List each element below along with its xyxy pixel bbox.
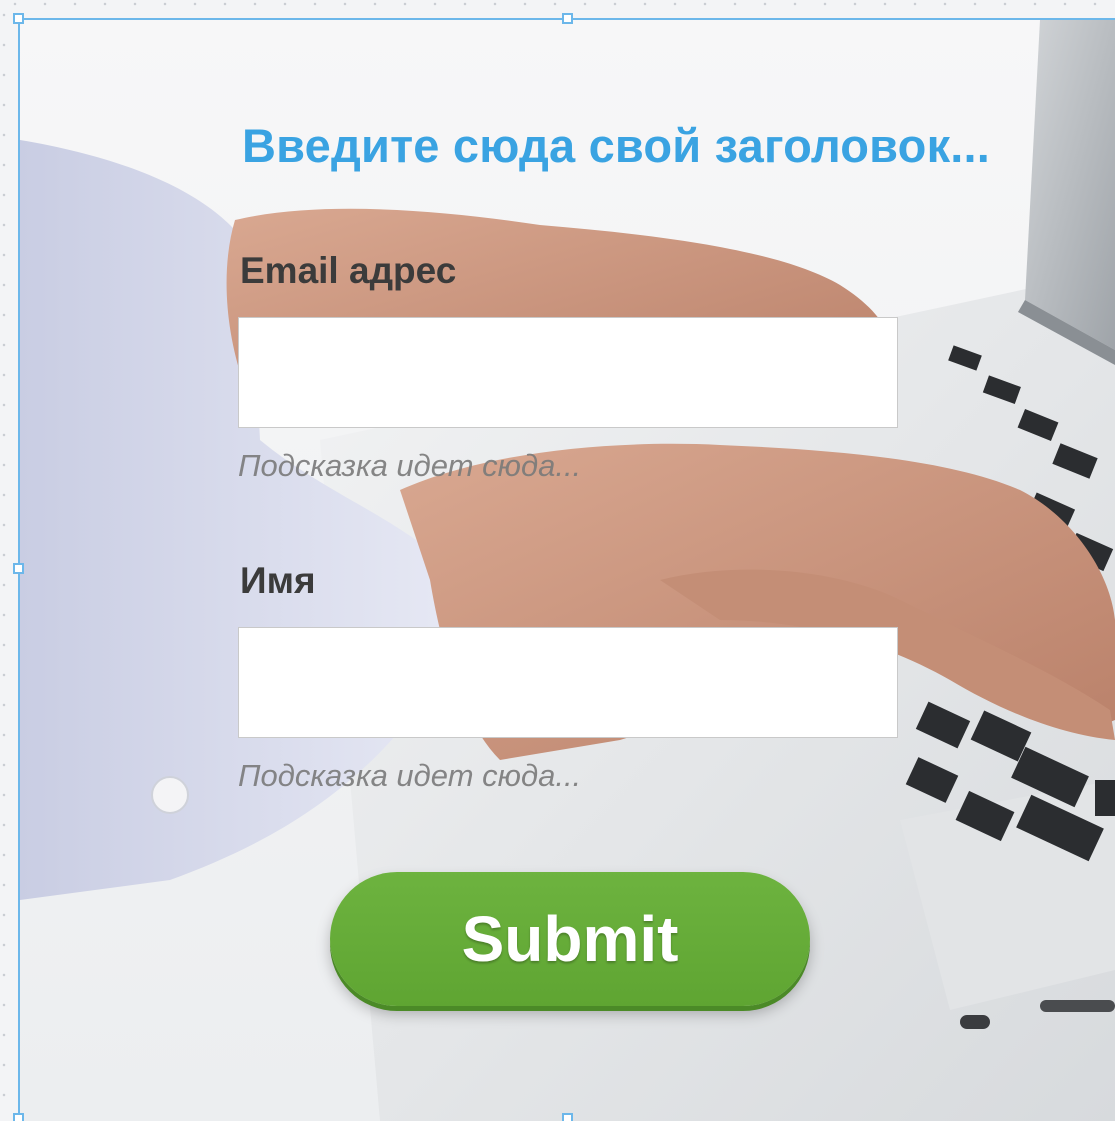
submit-button[interactable]: Submit [330,872,810,1006]
name-label: Имя [240,560,316,601]
editor-canvas: Введите сюда свой заголовок... Email адр… [0,0,1115,1121]
email-label: Email адрес [240,250,457,291]
resize-handle-top-left[interactable] [13,13,24,24]
ruler-top [0,0,1115,8]
form-title[interactable]: Введите сюда свой заголовок... [242,118,990,173]
resize-handle-bottom-left[interactable] [13,1113,24,1121]
resize-handle-top[interactable] [562,13,573,24]
email-field[interactable] [238,317,898,428]
name-field[interactable] [238,627,898,738]
resize-handle-bottom[interactable] [562,1113,573,1121]
email-hint: Подсказка идет сюда... [238,448,582,483]
ruler-left [0,0,8,1121]
resize-handle-left[interactable] [13,563,24,574]
name-hint: Подсказка идет сюда... [238,758,582,793]
